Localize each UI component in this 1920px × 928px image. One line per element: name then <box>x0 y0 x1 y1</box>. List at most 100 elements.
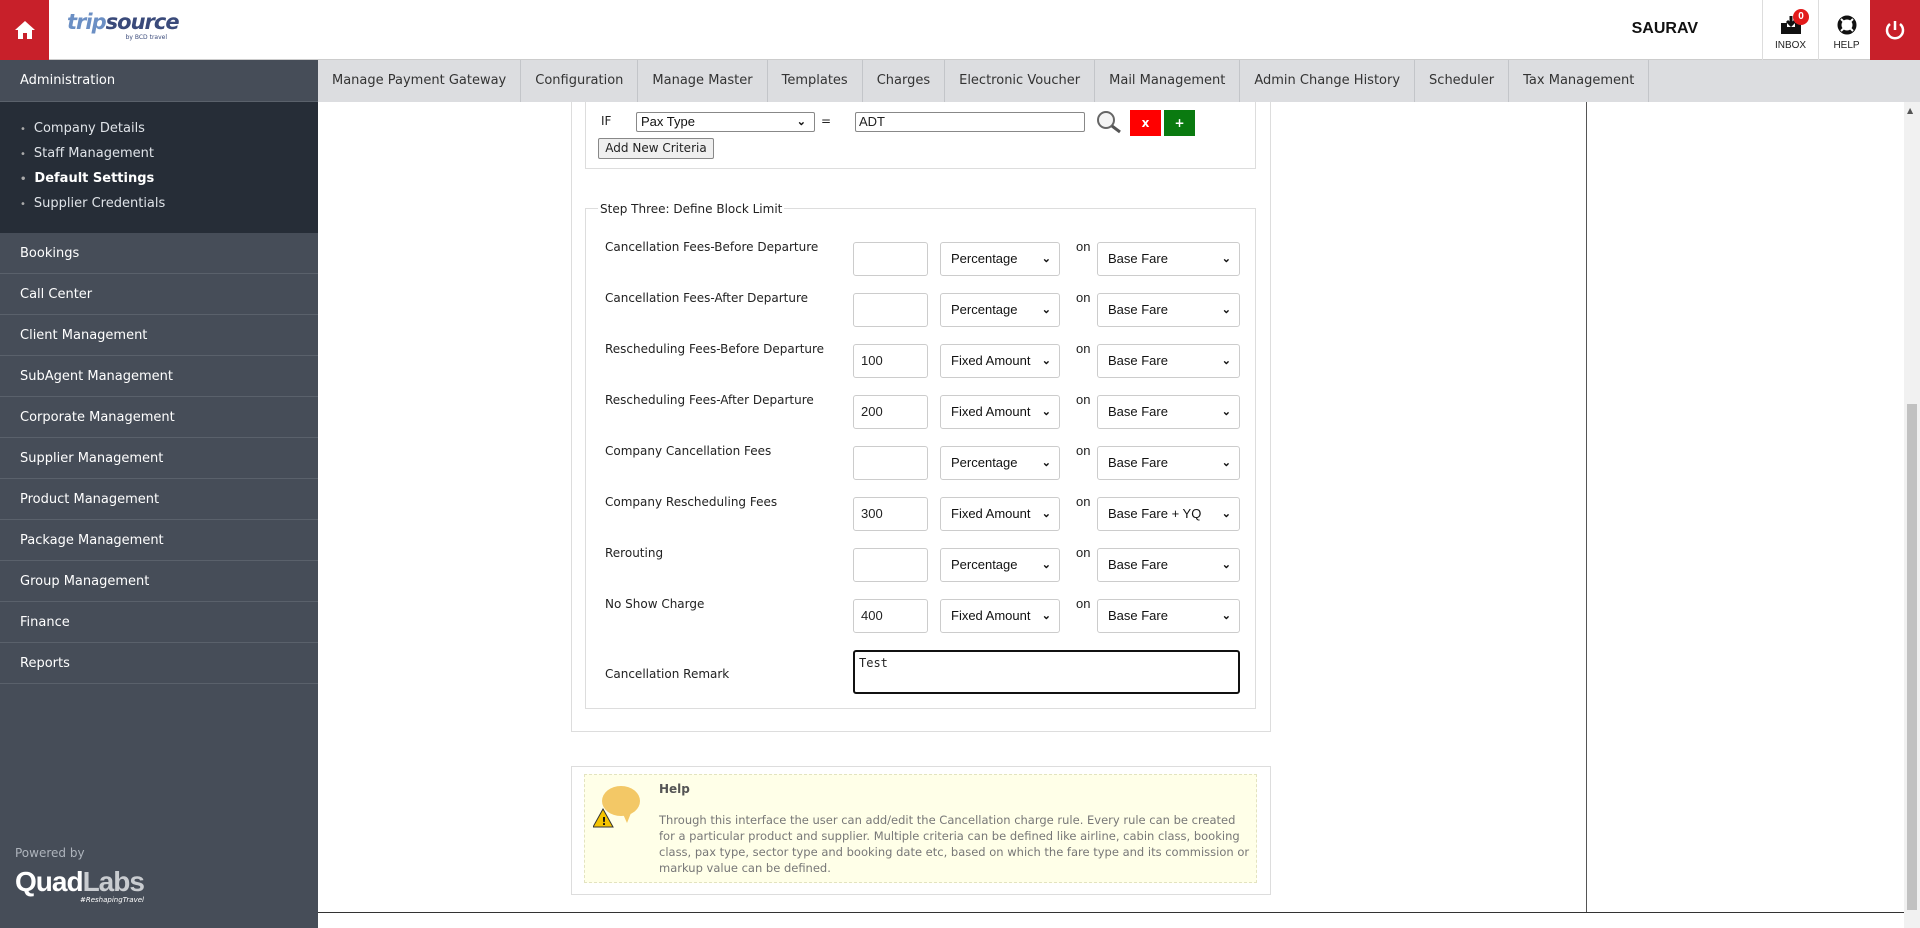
fee-amount-input[interactable] <box>853 548 928 582</box>
help-text: Through this interface the user can add/… <box>659 813 1250 875</box>
fee-base-select[interactable]: Base Fare ⌄ <box>1097 446 1240 480</box>
submenu-staff-management[interactable]: Staff Management <box>20 141 318 166</box>
sidebar-item-client-management[interactable]: Client Management <box>0 315 318 356</box>
fee-base-value: Base Fare <box>1108 353 1168 368</box>
sidebar-item-bookings[interactable]: Bookings <box>0 233 318 274</box>
fee-base-value: Base Fare <box>1108 557 1168 572</box>
sidebar-item-call-center[interactable]: Call Center <box>0 274 318 315</box>
chevron-down-icon: ⌄ <box>1041 457 1051 469</box>
chevron-down-icon: ⌄ <box>1041 355 1051 367</box>
sidebar: Administration Company Details Staff Man… <box>0 60 318 928</box>
chevron-down-icon: ⌄ <box>1221 457 1231 469</box>
fee-amount-input[interactable]: 100 <box>853 344 928 378</box>
inbox-label: INBOX <box>1774 40 1807 51</box>
fee-amount-input[interactable] <box>853 446 928 480</box>
fee-amount-input[interactable]: 200 <box>853 395 928 429</box>
submenu-company-details[interactable]: Company Details <box>20 116 318 141</box>
content-divider <box>1586 102 1587 912</box>
fee-label: Rescheduling Fees-Before Departure <box>605 342 825 356</box>
fee-amount-input[interactable]: 400 <box>853 599 928 633</box>
home-button[interactable] <box>0 0 49 60</box>
scroll-up-arrow-icon[interactable]: ▲ <box>1907 106 1913 115</box>
sidebar-item-group-management[interactable]: Group Management <box>0 561 318 602</box>
fee-base-select[interactable]: Base Fare ⌄ <box>1097 599 1240 633</box>
tab-admin-change-history[interactable]: Admin Change History <box>1240 60 1416 102</box>
fee-type-select[interactable]: Percentage ⌄ <box>940 446 1060 480</box>
on-label: on <box>1076 545 1091 560</box>
fee-type-select[interactable]: Fixed Amount ⌄ <box>940 497 1060 531</box>
tab-electronic-voucher[interactable]: Electronic Voucher <box>945 60 1096 102</box>
fee-type-value: Fixed Amount <box>951 404 1031 419</box>
sidebar-section-administration[interactable]: Administration <box>0 60 318 102</box>
fee-base-value: Base Fare + YQ <box>1108 506 1202 521</box>
home-icon <box>14 21 35 39</box>
inbox-button[interactable]: 0 INBOX <box>1762 0 1818 60</box>
tab-charges[interactable]: Charges <box>863 60 946 102</box>
fee-type-value: Percentage <box>951 455 1018 470</box>
sidebar-item-package-management[interactable]: Package Management <box>0 520 318 561</box>
help-title: Help <box>659 782 690 796</box>
fee-base-select[interactable]: Base Fare ⌄ <box>1097 395 1240 429</box>
fee-amount-input[interactable] <box>853 242 928 276</box>
fee-base-select[interactable]: Base Fare ⌄ <box>1097 548 1240 582</box>
fee-base-value: Base Fare <box>1108 251 1168 266</box>
fee-amount-input[interactable]: 300 <box>853 497 928 531</box>
tab-tax-management[interactable]: Tax Management <box>1509 60 1650 102</box>
admin-tabs: Manage Payment Gateway Configuration Man… <box>318 60 1920 102</box>
tab-configuration[interactable]: Configuration <box>521 60 639 102</box>
sidebar-item-product-management[interactable]: Product Management <box>0 479 318 520</box>
add-new-criteria-button[interactable]: Add New Criteria <box>598 138 714 159</box>
chevron-down-icon: ⌄ <box>1221 610 1231 622</box>
fee-type-select[interactable]: Percentage ⌄ <box>940 548 1060 582</box>
on-label: on <box>1076 239 1091 254</box>
fee-type-select[interactable]: Fixed Amount ⌄ <box>940 599 1060 633</box>
fee-base-select[interactable]: Base Fare ⌄ <box>1097 242 1240 276</box>
username[interactable]: SAURAV <box>1632 20 1698 38</box>
footer-divider <box>318 912 1904 913</box>
fee-type-value: Fixed Amount <box>951 353 1031 368</box>
fee-type-select[interactable]: Fixed Amount ⌄ <box>940 395 1060 429</box>
on-label: on <box>1076 596 1091 611</box>
cancellation-remark-textarea[interactable]: Test <box>853 650 1240 694</box>
criteria-field-select[interactable]: Pax Type ⌄ <box>636 112 815 132</box>
fee-base-select[interactable]: Base Fare ⌄ <box>1097 344 1240 378</box>
criteria-value-input[interactable]: ADT <box>855 112 1085 132</box>
tab-manage-payment-gateway[interactable]: Manage Payment Gateway <box>318 60 522 102</box>
sidebar-item-supplier-management[interactable]: Supplier Management <box>0 438 318 479</box>
fee-type-value: Percentage <box>951 251 1018 266</box>
on-label: on <box>1076 494 1091 509</box>
logout-button[interactable] <box>1870 0 1920 60</box>
fee-base-select[interactable]: Base Fare + YQ ⌄ <box>1097 497 1240 531</box>
sidebar-item-finance[interactable]: Finance <box>0 602 318 643</box>
tab-mail-management[interactable]: Mail Management <box>1095 60 1241 102</box>
block-limit-legend: Step Three: Define Block Limit <box>598 202 785 216</box>
fee-type-select[interactable]: Percentage ⌄ <box>940 293 1060 327</box>
fee-amount-input[interactable] <box>853 293 928 327</box>
chevron-down-icon: ⌄ <box>1221 304 1231 316</box>
tripsource-logo[interactable]: tripsource by BCD travel <box>67 10 180 50</box>
cancellation-remark-label: Cancellation Remark <box>605 667 730 681</box>
on-label: on <box>1076 290 1091 305</box>
tab-manage-master[interactable]: Manage Master <box>638 60 768 102</box>
fee-base-value: Base Fare <box>1108 302 1168 317</box>
fee-type-value: Percentage <box>951 557 1018 572</box>
sidebar-item-subagent-management[interactable]: SubAgent Management <box>0 356 318 397</box>
add-criteria-row-button[interactable]: + <box>1164 110 1195 136</box>
on-label: on <box>1076 341 1091 356</box>
inbox-count-badge: 0 <box>1793 9 1809 25</box>
fee-base-value: Base Fare <box>1108 404 1168 419</box>
fee-type-select[interactable]: Percentage ⌄ <box>940 242 1060 276</box>
criteria-field-value: Pax Type <box>641 114 695 129</box>
tab-templates[interactable]: Templates <box>768 60 863 102</box>
help-button[interactable]: HELP <box>1818 0 1874 60</box>
sidebar-item-reports[interactable]: Reports <box>0 643 318 684</box>
fee-base-select[interactable]: Base Fare ⌄ <box>1097 293 1240 327</box>
tab-scheduler[interactable]: Scheduler <box>1415 60 1510 102</box>
fee-type-select[interactable]: Fixed Amount ⌄ <box>940 344 1060 378</box>
search-icon[interactable] <box>1095 110 1123 134</box>
remove-criteria-button[interactable]: x <box>1130 110 1161 136</box>
sidebar-item-corporate-management[interactable]: Corporate Management <box>0 397 318 438</box>
scrollbar-thumb[interactable] <box>1907 404 1917 910</box>
submenu-default-settings[interactable]: Default Settings <box>20 166 318 191</box>
submenu-supplier-credentials[interactable]: Supplier Credentials <box>20 191 318 216</box>
